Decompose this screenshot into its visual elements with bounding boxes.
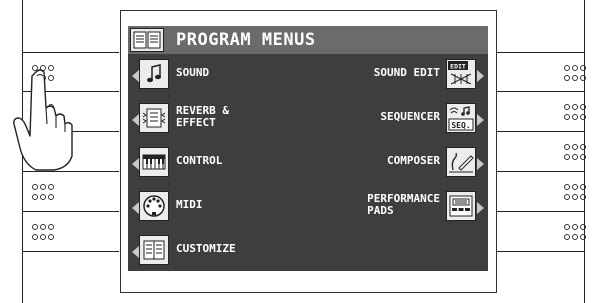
button-indicator-dots [564,104,588,120]
menu-item-performance-pads[interactable]: PERFORMANCE PADS [308,188,484,224]
customize-book-icon [139,235,169,265]
menu-item-label: MIDI [176,198,203,211]
arrow-right-icon [477,114,484,126]
right-side-button-5[interactable] [497,212,588,252]
arrow-left-icon [132,246,139,258]
menu-item-label: COMPOSER [387,154,440,167]
right-side-button-1[interactable] [497,52,588,92]
lcd-screen: PROGRAM MENUS SOUND REVERB & EFFECT CONT… [128,26,488,271]
menu-item-sound[interactable]: SOUND [132,56,302,92]
menu-item-label: PERFORMANCE PADS [367,192,440,217]
arrow-left-icon [132,114,139,126]
sequencer-icon: SEQ. [446,103,476,133]
left-side-button-2[interactable] [22,92,119,132]
edit-icon: EDIT [446,59,476,89]
menu-item-sequencer[interactable]: SEQ. SEQUENCER [308,100,484,136]
button-indicator-dots [32,144,56,160]
button-indicator-dots [564,184,588,200]
left-side-button-5[interactable] [22,212,119,252]
sequencer-icon-text: SEQ. [451,121,470,130]
left-side-button-4[interactable] [22,172,119,212]
right-side-button-2[interactable] [497,92,588,132]
arrow-right-icon [477,70,484,82]
button-indicator-dots [564,144,588,160]
program-menu-book-icon [130,28,164,52]
title-bar: PROGRAM MENUS [128,26,488,54]
reverb-effect-icon [139,103,169,133]
button-indicator-dots [564,65,588,81]
menu-item-label: CONTROL [176,154,223,167]
screen-title: PROGRAM MENUS [176,30,316,50]
menu-item-label: REVERB & EFFECT [176,104,229,129]
note-icon [139,59,169,89]
right-button-column [497,52,588,252]
arrow-right-icon [477,158,484,170]
menu-item-customize[interactable]: CUSTOMIZE [132,232,302,268]
performance-pads-icon [446,191,476,221]
menu-item-composer[interactable]: COMPOSER [308,144,484,180]
button-indicator-dots [32,65,56,81]
menu-item-midi[interactable]: MIDI [132,188,302,224]
right-side-button-3[interactable] [497,132,588,172]
button-indicator-dots [32,104,56,120]
button-indicator-dots [564,224,588,240]
menu-item-label: CUSTOMIZE [176,242,236,255]
left-button-column [22,52,119,252]
left-side-button-1[interactable] [22,52,119,92]
menu-item-label: SOUND [176,66,210,79]
menu-item-label: SEQUENCER [380,110,440,123]
edit-icon-text: EDIT [450,63,466,71]
arrow-right-icon [477,202,484,214]
button-indicator-dots [32,224,56,240]
midi-connector-icon [139,191,169,221]
left-side-button-3[interactable] [22,132,119,172]
keyboard-icon [139,147,169,177]
arrow-left-icon [132,158,139,170]
menu-item-reverb-effect[interactable]: REVERB & EFFECT [132,100,302,136]
menu-item-label: SOUND EDIT [373,66,440,79]
button-indicator-dots [32,184,56,200]
menu-item-control[interactable]: CONTROL [132,144,302,180]
composer-pen-icon [446,147,476,177]
arrow-left-icon [132,70,139,82]
menu-item-sound-edit[interactable]: EDIT SOUND EDIT [308,56,484,92]
right-side-button-4[interactable] [497,172,588,212]
arrow-left-icon [132,202,139,214]
